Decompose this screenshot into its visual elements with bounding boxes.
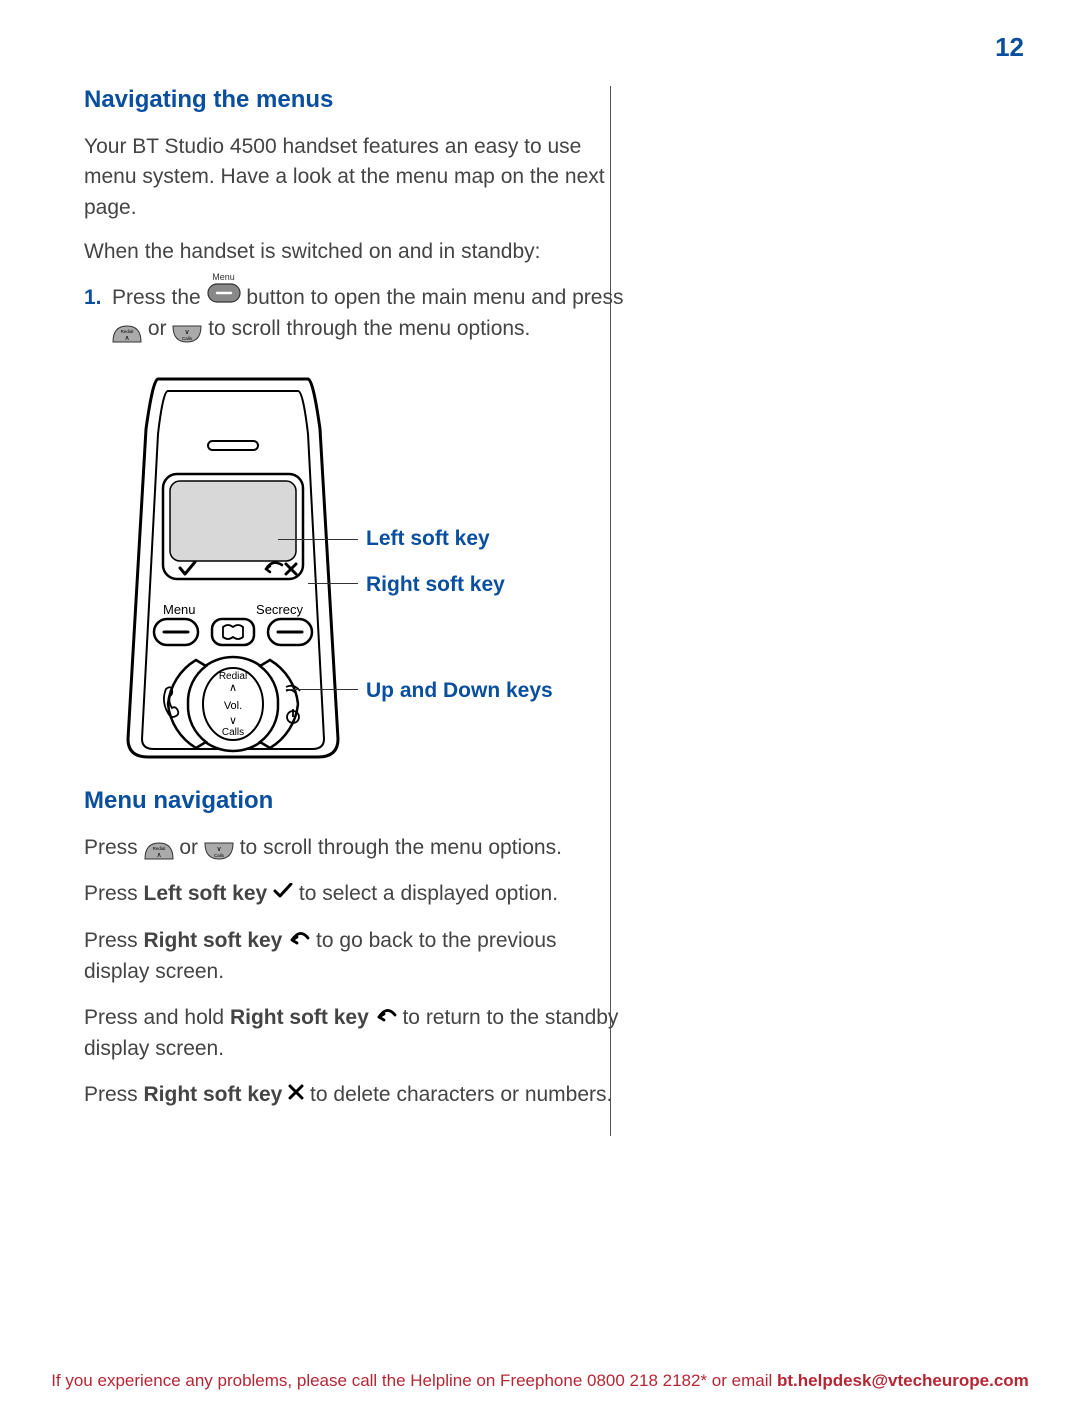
intro-paragraph-1: Your BT Studio 4500 handset features an … bbox=[84, 132, 624, 223]
step1-text-a: Press the bbox=[112, 286, 207, 309]
svg-text:Calls: Calls bbox=[214, 853, 225, 858]
footer-email: bt.helpdesk@vtecheurope.com bbox=[777, 1371, 1029, 1390]
nav-line-3: Press Right soft key to go back to the p… bbox=[84, 926, 624, 987]
text: Press and hold bbox=[84, 1006, 230, 1029]
menu-button-label: Menu bbox=[207, 271, 241, 285]
text: to select a displayed option. bbox=[299, 882, 558, 905]
text: Press bbox=[84, 929, 144, 952]
svg-text:∨: ∨ bbox=[185, 329, 190, 336]
step1-text-b: button to open the main menu and press bbox=[246, 286, 623, 309]
text-bold: Right soft key bbox=[230, 1006, 375, 1029]
step1-text-d: to scroll through the menu options. bbox=[208, 317, 530, 340]
menu-button-icon: Menu bbox=[207, 283, 241, 311]
svg-text:Calls: Calls bbox=[222, 727, 244, 738]
back-arrow-icon bbox=[375, 1002, 397, 1032]
check-icon bbox=[273, 878, 293, 908]
footer-helpline: If you experience any problems, please c… bbox=[0, 1371, 1080, 1391]
nav-line-5: Press Right soft key to delete character… bbox=[84, 1080, 624, 1111]
svg-text:∧: ∧ bbox=[229, 682, 237, 694]
svg-text:Redial: Redial bbox=[219, 671, 247, 682]
phone-illustration: Menu Secrecy Redial ∧ bbox=[108, 369, 358, 759]
redial-up-pill-icon: Redial ∧ bbox=[112, 321, 142, 339]
text: or bbox=[179, 836, 204, 859]
svg-text:∨: ∨ bbox=[229, 715, 237, 727]
phone-diagram: Menu Secrecy Redial ∧ bbox=[108, 369, 624, 759]
section-title-menu-navigation: Menu navigation bbox=[84, 787, 624, 815]
step-number: 1. bbox=[84, 282, 112, 345]
svg-text:Vol.: Vol. bbox=[224, 700, 242, 712]
svg-text:Menu: Menu bbox=[163, 602, 196, 617]
page-number: 12 bbox=[995, 32, 1024, 63]
footer-text: If you experience any problems, please c… bbox=[51, 1371, 777, 1390]
svg-text:Redial: Redial bbox=[121, 329, 134, 334]
callout-line bbox=[286, 689, 358, 690]
svg-text:∨: ∨ bbox=[216, 846, 221, 853]
x-icon bbox=[288, 1079, 304, 1109]
redial-up-pill-icon: Redial ∧ bbox=[144, 839, 174, 857]
text: Press bbox=[84, 882, 144, 905]
text-bold: Right soft key bbox=[144, 1083, 289, 1106]
calls-down-pill-icon: ∨ Calls bbox=[204, 839, 234, 857]
nav-line-1: Press Redial ∧ or ∨ Calls to scroll thro… bbox=[84, 833, 624, 863]
callout-right-soft-key: Right soft key bbox=[366, 573, 505, 597]
back-arrow-icon bbox=[288, 925, 310, 955]
svg-text:∧: ∧ bbox=[156, 852, 161, 859]
svg-text:∧: ∧ bbox=[124, 335, 129, 342]
text: to scroll through the menu options. bbox=[240, 836, 562, 859]
text: Press bbox=[84, 836, 144, 859]
calls-down-pill-icon: ∨ Calls bbox=[172, 321, 202, 339]
nav-line-4: Press and hold Right soft key to return … bbox=[84, 1003, 624, 1064]
step-text: Press the Menu button to open the main m… bbox=[112, 282, 624, 345]
section-title-navigating: Navigating the menus bbox=[84, 86, 624, 114]
step1-text-c: or bbox=[148, 317, 173, 340]
step-1: 1. Press the Menu button to open the mai… bbox=[84, 282, 624, 345]
svg-text:Secrecy: Secrecy bbox=[256, 602, 303, 617]
main-content: Navigating the menus Your BT Studio 4500… bbox=[84, 86, 624, 1127]
text-bold: Left soft key bbox=[144, 882, 274, 905]
text-bold: Right soft key bbox=[144, 929, 289, 952]
menu-navigation-section: Menu navigation Press Redial ∧ or ∨ Call… bbox=[84, 787, 624, 1111]
callout-up-down-keys: Up and Down keys bbox=[366, 679, 553, 703]
callout-left-soft-key: Left soft key bbox=[366, 527, 490, 551]
svg-text:Calls: Calls bbox=[182, 336, 193, 341]
text: Press bbox=[84, 1083, 144, 1106]
text: to delete characters or numbers. bbox=[310, 1083, 612, 1106]
intro-paragraph-2: When the handset is switched on and in s… bbox=[84, 237, 624, 267]
callout-line bbox=[278, 539, 358, 540]
nav-line-2: Press Left soft key to select a displaye… bbox=[84, 879, 624, 910]
svg-text:Redial: Redial bbox=[152, 846, 165, 851]
callout-line bbox=[308, 583, 358, 584]
